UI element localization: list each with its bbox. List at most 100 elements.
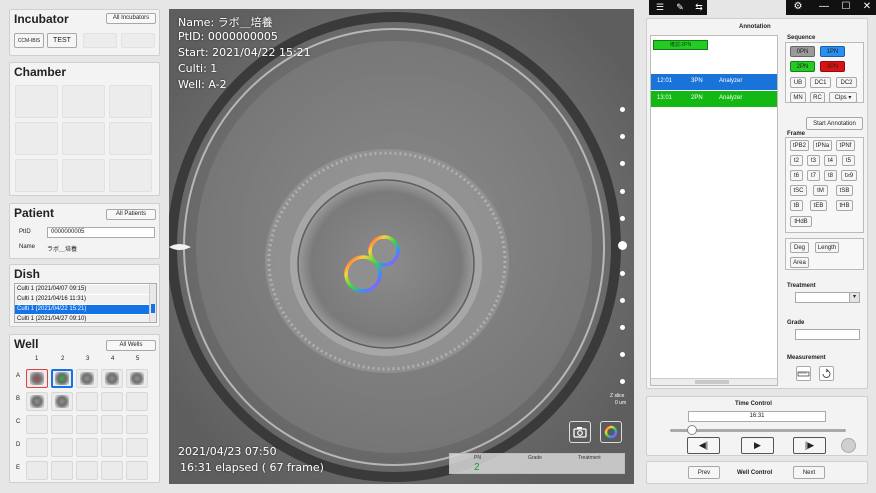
next-well-button[interactable]: Next bbox=[793, 466, 825, 479]
all-patients-button[interactable]: All Patients bbox=[106, 209, 156, 220]
arrows-icon[interactable]: ⇆ bbox=[690, 1, 708, 14]
well-a4[interactable] bbox=[101, 369, 123, 388]
chamber-slot[interactable] bbox=[15, 85, 58, 118]
scrollbar-thumb[interactable] bbox=[151, 304, 155, 313]
zslice-dot[interactable] bbox=[620, 134, 625, 139]
well-c5[interactable] bbox=[126, 415, 148, 434]
ptid-field[interactable]: 0000000005 bbox=[47, 227, 155, 238]
zslice-dot-active[interactable] bbox=[618, 241, 627, 250]
incubator-ccm-ibis[interactable]: CCM-IBIS bbox=[14, 33, 44, 48]
measure-deg-button[interactable]: Deg bbox=[790, 242, 809, 253]
refresh-measure-button[interactable] bbox=[819, 366, 834, 381]
zslice-dot[interactable] bbox=[620, 107, 625, 112]
zslice-dot[interactable] bbox=[620, 216, 625, 221]
all-incubators-button[interactable]: All Incubators bbox=[106, 13, 156, 24]
seq-dc2-button[interactable]: DC2 bbox=[836, 77, 857, 88]
well-d5[interactable] bbox=[126, 438, 148, 457]
chamber-slot[interactable] bbox=[62, 85, 105, 118]
dish-row-selected[interactable]: Culti 1 (2021/04/22 15:21) bbox=[15, 305, 149, 314]
frame-t9-button[interactable]: t≥9 bbox=[841, 170, 857, 181]
seq-2pn-button[interactable]: 2PN bbox=[790, 61, 815, 72]
frame-thb-button[interactable]: tHB bbox=[836, 200, 853, 211]
zslice-dot[interactable] bbox=[620, 189, 625, 194]
pen-icon[interactable]: ✎ bbox=[671, 1, 689, 14]
well-b1[interactable] bbox=[26, 392, 48, 411]
frame-tsc-button[interactable]: tSC bbox=[790, 185, 807, 196]
embryo-viewer[interactable]: Name: ラボ＿培養 PtID: 0000000005 Start: 2021… bbox=[169, 9, 634, 484]
well-b3[interactable] bbox=[76, 392, 98, 411]
seq-1pn-button[interactable]: 1PN bbox=[820, 46, 845, 57]
zslice-dot[interactable] bbox=[620, 298, 625, 303]
frame-tsb-button[interactable]: tSB bbox=[836, 185, 853, 196]
chamber-slot[interactable] bbox=[109, 122, 152, 155]
step-back-button[interactable]: ◀| bbox=[687, 437, 720, 454]
gear-icon[interactable]: ⚙ bbox=[787, 0, 809, 14]
seq-ub-button[interactable]: UB bbox=[790, 77, 806, 88]
zslice-dot[interactable] bbox=[620, 161, 625, 166]
camera-button[interactable] bbox=[569, 421, 591, 443]
annotation-row[interactable]: 13:01 2PN Analyzer bbox=[651, 91, 777, 107]
chamber-slot[interactable] bbox=[15, 159, 58, 192]
annotation-list-hscroll[interactable] bbox=[651, 378, 777, 385]
well-c2[interactable] bbox=[51, 415, 73, 434]
frame-t2-button[interactable]: t2 bbox=[790, 155, 803, 166]
well-d4[interactable] bbox=[101, 438, 123, 457]
dish-row[interactable]: Culti 1 (2021/04/07 09:15) bbox=[15, 285, 149, 294]
well-c1[interactable] bbox=[26, 415, 48, 434]
dish-row[interactable]: Culti 1 (2021/04/27 09:10) bbox=[15, 315, 149, 322]
zslice-dot[interactable] bbox=[620, 379, 625, 384]
well-e4[interactable] bbox=[101, 461, 123, 480]
zslice-dot[interactable] bbox=[620, 352, 625, 357]
annotation-row[interactable]: 12:01 3PN Analyzer bbox=[651, 74, 777, 90]
zslice-dot[interactable] bbox=[620, 325, 625, 330]
list-icon[interactable]: ☰ bbox=[651, 1, 669, 14]
frame-teb-button[interactable]: tEB bbox=[810, 200, 827, 211]
dish-row[interactable]: Culti 1 (2021/04/16 11:31) bbox=[15, 295, 149, 304]
seq-clps-dropdown[interactable]: Clps ▾ bbox=[829, 92, 857, 103]
frame-tm-button[interactable]: tM bbox=[813, 185, 828, 196]
frame-tpna-button[interactable]: tPNa bbox=[813, 140, 832, 151]
frame-t5-button[interactable]: t5 bbox=[842, 155, 855, 166]
time-value-field[interactable]: 16:31 bbox=[688, 411, 826, 422]
well-d1[interactable] bbox=[26, 438, 48, 457]
time-slider-handle[interactable] bbox=[687, 425, 697, 435]
frame-t6-button[interactable]: t6 bbox=[790, 170, 803, 181]
zslice-dot[interactable] bbox=[620, 271, 625, 276]
treatment-dropdown[interactable]: ▾ bbox=[795, 292, 860, 303]
measure-area-button[interactable]: Area bbox=[790, 257, 809, 268]
frame-t7-button[interactable]: t7 bbox=[807, 170, 820, 181]
minimize-button[interactable]: — bbox=[813, 0, 835, 14]
frame-t4-button[interactable]: t4 bbox=[824, 155, 837, 166]
frame-tpb2-button[interactable]: tPB2 bbox=[790, 140, 809, 151]
well-c3[interactable] bbox=[76, 415, 98, 434]
well-a3[interactable] bbox=[76, 369, 98, 388]
step-forward-button[interactable]: |▶ bbox=[793, 437, 826, 454]
well-e1[interactable] bbox=[26, 461, 48, 480]
color-overlay-button[interactable] bbox=[600, 421, 622, 443]
frame-tb-button[interactable]: tB bbox=[790, 200, 803, 211]
well-c4[interactable] bbox=[101, 415, 123, 434]
well-a2[interactable] bbox=[51, 369, 73, 388]
well-e5[interactable] bbox=[126, 461, 148, 480]
dish-list-scrollbar[interactable] bbox=[149, 284, 156, 322]
grade-field[interactable] bbox=[795, 329, 860, 340]
hscroll-thumb[interactable] bbox=[695, 380, 729, 384]
measure-length-button[interactable]: Length bbox=[815, 242, 839, 253]
record-indicator[interactable] bbox=[841, 438, 856, 453]
play-button[interactable]: ▶ bbox=[741, 437, 774, 454]
well-a1[interactable] bbox=[26, 369, 48, 388]
start-annotation-button[interactable]: Start Annotation bbox=[806, 117, 863, 130]
ruler-button[interactable] bbox=[796, 366, 811, 381]
annotation-tag[interactable]: 確認:2PN bbox=[653, 40, 708, 50]
chamber-slot[interactable] bbox=[109, 159, 152, 192]
prev-well-button[interactable]: Prev bbox=[688, 466, 720, 479]
well-d2[interactable] bbox=[51, 438, 73, 457]
chamber-slot[interactable] bbox=[62, 159, 105, 192]
seq-rc-button[interactable]: RC bbox=[810, 92, 825, 103]
seq-mn-button[interactable]: MN bbox=[790, 92, 806, 103]
well-b2[interactable] bbox=[51, 392, 73, 411]
all-wells-button[interactable]: All Wells bbox=[106, 340, 156, 351]
well-b4[interactable] bbox=[101, 392, 123, 411]
well-b5[interactable] bbox=[126, 392, 148, 411]
well-a5[interactable] bbox=[126, 369, 148, 388]
